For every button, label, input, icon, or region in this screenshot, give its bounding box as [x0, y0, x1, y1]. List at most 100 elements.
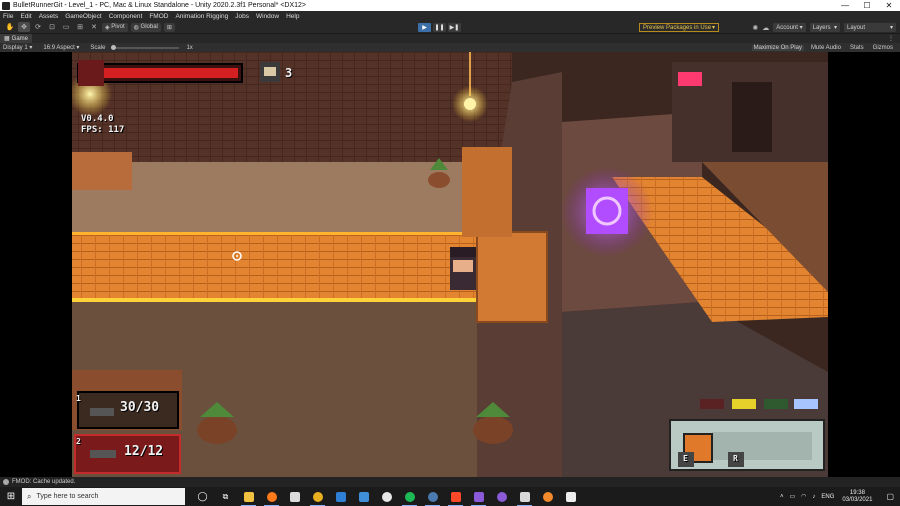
menu-fmod[interactable]: FMOD — [149, 13, 168, 20]
layers-dropdown[interactable]: Layers ▾ — [809, 23, 840, 32]
github-desktop-icon[interactable] — [490, 487, 513, 506]
move-tool-icon[interactable]: ✥ — [18, 22, 30, 32]
game-controller-icon: ▦ — [4, 36, 10, 42]
crate-left — [72, 152, 132, 190]
hand-tool-icon[interactable]: ✋ — [4, 22, 16, 32]
file-explorer-icon[interactable] — [237, 487, 260, 506]
pivot-toggle-button[interactable]: ◈ Pivot — [102, 22, 128, 32]
task-view-icon[interactable]: ◯ — [191, 487, 214, 506]
transform-tool-icon[interactable]: ⊞ — [74, 22, 86, 32]
firefox-icon[interactable] — [260, 487, 283, 506]
mute-audio-toggle[interactable]: Mute Audio — [809, 45, 843, 51]
menu-edit[interactable]: Edit — [20, 13, 31, 20]
windows-start-icon[interactable]: ⊞ — [0, 487, 22, 506]
preview-packages-dropdown[interactable]: Preview Packages in Use ▾ — [639, 23, 719, 32]
gizmos-dropdown[interactable]: Gizmos — [871, 45, 895, 51]
rect-tool-icon[interactable]: ▭ — [60, 22, 72, 32]
account-label: Account — [776, 24, 798, 31]
aspect-label: 16:9 Aspect — [43, 45, 75, 51]
portal — [586, 188, 628, 234]
tab-game[interactable]: ▦ Game — [0, 34, 33, 43]
taskbar-search-input[interactable]: ⌕ Type here to search — [22, 488, 185, 505]
stone-floor-upper — [72, 162, 512, 232]
display-dropdown[interactable]: Display 1 ▾ — [3, 44, 32, 51]
custom-tool-icon[interactable]: ✕ — [88, 22, 100, 32]
info-icon — [3, 479, 9, 485]
menu-component[interactable]: Component — [109, 13, 143, 20]
global-toggle-button[interactable]: ◍ Global — [130, 22, 161, 32]
game-viewport[interactable]: 3 V0.4.0 FPS: 117 1 30/30 2 12/12 E R — [0, 52, 900, 477]
store-icon[interactable] — [283, 487, 306, 506]
photos-icon[interactable] — [352, 487, 375, 506]
chevron-down-icon: ▾ — [29, 45, 33, 51]
window-titlebar: BulletRunnerGit - Level_1 - PC, Mac & Li… — [0, 0, 900, 11]
layout-label: Layout — [847, 24, 866, 31]
scale-tool-icon[interactable]: ⊡ — [46, 22, 58, 32]
key-yellow-icon — [732, 399, 756, 409]
weapon2-ammo: 12/12 — [124, 444, 164, 459]
scale-slider[interactable] — [111, 44, 180, 50]
account-dropdown[interactable]: Account ▾ — [773, 23, 806, 32]
xbox-icon[interactable] — [375, 487, 398, 506]
menu-help[interactable]: Help — [286, 13, 299, 20]
blender-icon[interactable] — [536, 487, 559, 506]
pivot-label: Pivot — [111, 24, 125, 30]
chevron-down-icon: ▾ — [889, 25, 893, 31]
chevron-down-icon: ▾ — [76, 45, 80, 51]
spotify-icon[interactable] — [398, 487, 421, 506]
menu-animation-rigging[interactable]: Animation Rigging — [175, 13, 228, 20]
global-label: Global — [140, 24, 158, 30]
minimize-button[interactable]: — — [834, 1, 856, 10]
task-view-icon-2[interactable]: ⧉ — [214, 487, 237, 506]
version-text: V0.4.0 — [81, 114, 114, 124]
system-tray: ˄ ▭ ◠ ♪ ENG 19:38 03/03/2021 ▢ — [774, 490, 900, 504]
clock[interactable]: 19:38 03/03/2021 — [842, 490, 872, 504]
play-icon[interactable]: ▶ — [418, 23, 431, 32]
volume-icon[interactable]: ♪ — [812, 494, 815, 500]
language-indicator[interactable]: ENG — [821, 494, 834, 500]
wifi-icon[interactable]: ◠ — [801, 493, 806, 500]
chevron-down-icon: ▾ — [833, 25, 837, 31]
layout-dropdown[interactable]: Layout ▾ — [844, 23, 896, 32]
chrome-icon[interactable] — [306, 487, 329, 506]
key-blue-icon — [794, 399, 818, 409]
rotate-tool-icon[interactable]: ⟳ — [32, 22, 44, 32]
tab-menu-icon[interactable]: ⋮ — [888, 35, 894, 42]
scale-slider-handle[interactable] — [111, 44, 117, 50]
maximize-button[interactable]: ☐ — [856, 1, 878, 10]
door-frame — [462, 147, 512, 237]
menu-assets[interactable]: Assets — [39, 13, 59, 20]
maximize-on-play-toggle[interactable]: Maximize On Play — [751, 44, 804, 51]
weapon1-ammo: 30/30 — [120, 400, 160, 415]
status-message[interactable]: FMOD: Cache updated. — [12, 479, 75, 485]
notifications-icon[interactable]: ▢ — [886, 492, 894, 501]
menu-file[interactable]: File — [3, 13, 13, 20]
visual-studio-icon[interactable] — [467, 487, 490, 506]
unity-icon[interactable] — [513, 487, 536, 506]
key-red-icon — [700, 399, 724, 409]
layers-label: Layers — [812, 24, 831, 31]
main-toolbar: ✋ ✥ ⟳ ⊡ ▭ ⊞ ✕ ◈ Pivot ◍ Global ⊞ ▶ ❚❚ ▶❚… — [0, 21, 900, 34]
app-icon[interactable] — [559, 487, 582, 506]
menu-gameobject[interactable]: GameObject — [65, 13, 102, 20]
mail-icon[interactable] — [329, 487, 352, 506]
chevron-up-icon[interactable]: ˄ — [780, 494, 784, 500]
scale-value: 1x — [186, 44, 193, 51]
step-icon[interactable]: ▶❚ — [448, 23, 461, 32]
menu-window[interactable]: Window — [256, 13, 279, 20]
preview-packages-label: Preview Packages in Use — [643, 24, 712, 31]
aspect-dropdown[interactable]: 16:9 Aspect ▾ — [43, 44, 79, 51]
network-icon[interactable]: ▭ — [789, 493, 795, 500]
menu-jobs[interactable]: Jobs — [235, 13, 249, 20]
clock-date: 03/03/2021 — [842, 496, 873, 503]
grid-snap-button[interactable]: ⊞ — [163, 22, 175, 32]
game-view-controls: Display 1 ▾ 16:9 Aspect ▾ Scale 1x Maxim… — [0, 43, 900, 52]
close-button[interactable]: ✕ — [878, 1, 900, 10]
game-launcher-icon[interactable] — [444, 487, 467, 506]
game-scene[interactable]: 3 V0.4.0 FPS: 117 1 30/30 2 12/12 E R — [72, 52, 828, 477]
services-icon[interactable]: ✺ — [752, 24, 758, 32]
steam-icon[interactable] — [421, 487, 444, 506]
stats-toggle[interactable]: Stats — [848, 45, 866, 51]
pause-icon[interactable]: ❚❚ — [433, 23, 446, 32]
cloud-icon[interactable]: ☁ — [762, 24, 769, 32]
